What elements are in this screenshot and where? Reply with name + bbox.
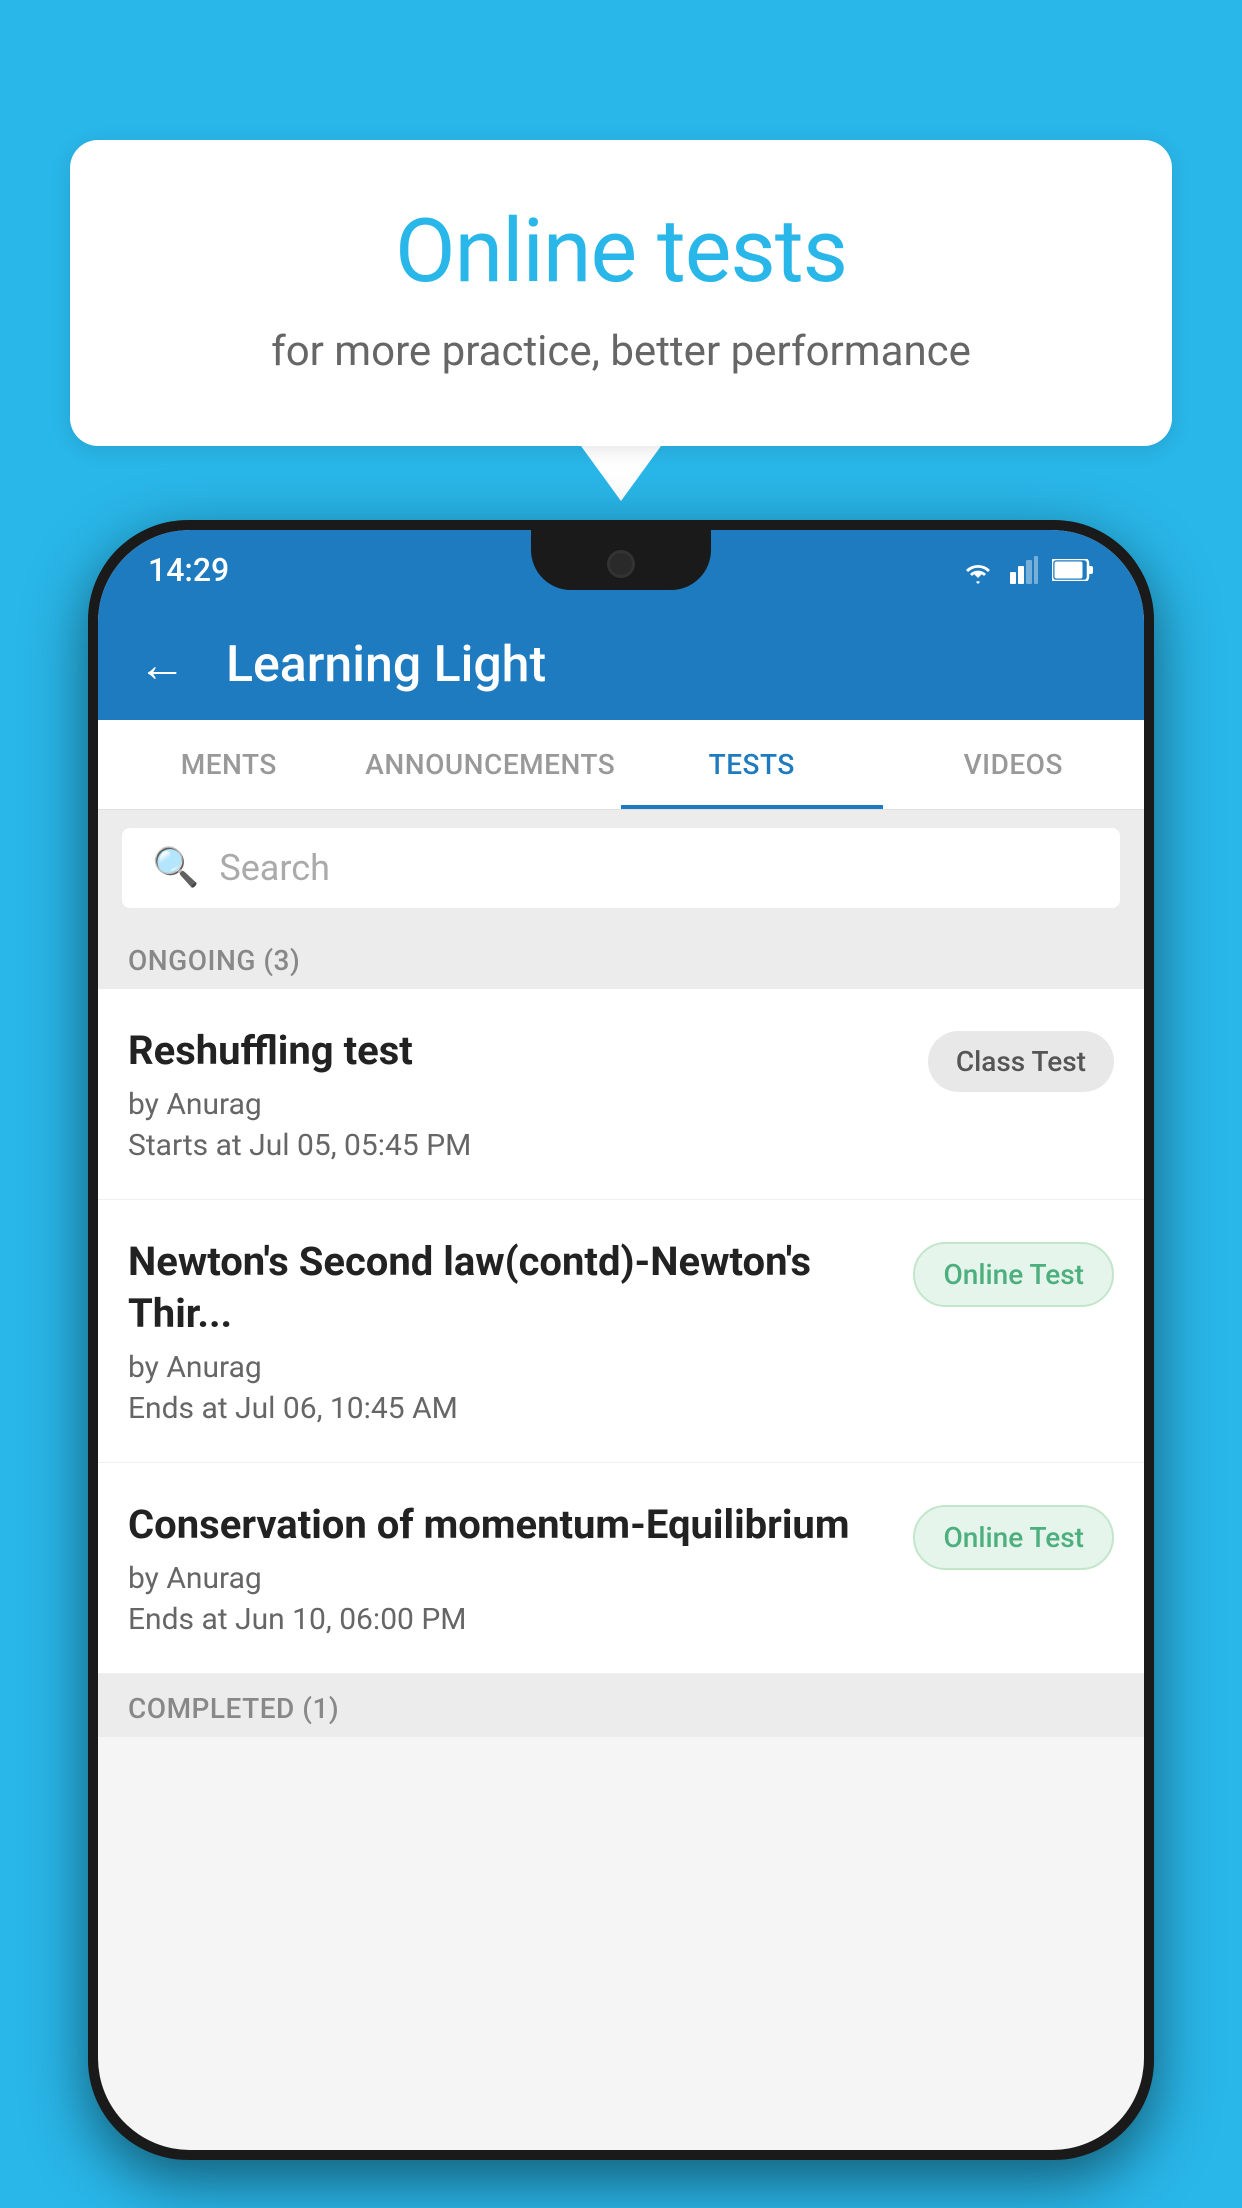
tab-ments[interactable]: MENTS xyxy=(98,720,360,809)
test-author-2: by Anurag xyxy=(128,1350,893,1385)
search-bar[interactable]: 🔍 Search xyxy=(122,828,1120,908)
test-title-3: Conservation of momentum-Equilibrium xyxy=(128,1499,893,1551)
test-badge-2: Online Test xyxy=(913,1242,1114,1307)
test-title-1: Reshuffling test xyxy=(128,1025,908,1077)
status-icons xyxy=(960,556,1094,584)
test-date-2: Ends at Jul 06, 10:45 AM xyxy=(128,1391,893,1426)
speech-bubble-title: Online tests xyxy=(150,200,1092,303)
signal-icon xyxy=(1010,556,1038,584)
test-author-1: by Anurag xyxy=(128,1087,908,1122)
back-button[interactable]: ← xyxy=(138,641,186,689)
completed-section-header: COMPLETED (1) xyxy=(98,1674,1144,1737)
speech-bubble-arrow xyxy=(581,446,661,501)
speech-bubble-subtitle: for more practice, better performance xyxy=(150,327,1092,376)
test-info-2: Newton's Second law(contd)-Newton's Thir… xyxy=(128,1236,893,1426)
test-title-2: Newton's Second law(contd)-Newton's Thir… xyxy=(128,1236,893,1340)
tab-videos[interactable]: VIDEOS xyxy=(883,720,1145,809)
tab-tests[interactable]: TESTS xyxy=(621,720,883,809)
search-input[interactable]: Search xyxy=(219,847,330,889)
test-item-3[interactable]: Conservation of momentum-Equilibrium by … xyxy=(98,1463,1144,1674)
test-item-1[interactable]: Reshuffling test by Anurag Starts at Jul… xyxy=(98,989,1144,1200)
wifi-icon xyxy=(960,556,996,584)
tabs-bar: MENTS ANNOUNCEMENTS TESTS VIDEOS xyxy=(98,720,1144,810)
test-date-1: Starts at Jul 05, 05:45 PM xyxy=(128,1128,908,1163)
test-list: Reshuffling test by Anurag Starts at Jul… xyxy=(98,989,1144,1674)
test-date-3: Ends at Jun 10, 06:00 PM xyxy=(128,1602,893,1637)
test-info-1: Reshuffling test by Anurag Starts at Jul… xyxy=(128,1025,908,1163)
test-info-3: Conservation of momentum-Equilibrium by … xyxy=(128,1499,893,1637)
test-badge-1: Class Test xyxy=(928,1031,1114,1092)
test-item-2[interactable]: Newton's Second law(contd)-Newton's Thir… xyxy=(98,1200,1144,1463)
camera-dot xyxy=(607,550,635,578)
app-header: ← Learning Light xyxy=(98,610,1144,720)
phone-frame: 14:29 xyxy=(88,520,1154,2160)
battery-icon xyxy=(1052,559,1094,581)
status-time: 14:29 xyxy=(148,551,229,589)
ongoing-section-header: ONGOING (3) xyxy=(98,926,1144,989)
notch xyxy=(531,530,711,590)
app-title: Learning Light xyxy=(226,636,546,694)
test-author-3: by Anurag xyxy=(128,1561,893,1596)
status-bar: 14:29 xyxy=(98,530,1144,610)
phone-screen: 14:29 xyxy=(98,530,1144,2150)
search-bar-wrapper: 🔍 Search xyxy=(98,810,1144,926)
speech-bubble: Online tests for more practice, better p… xyxy=(70,140,1172,446)
speech-bubble-section: Online tests for more practice, better p… xyxy=(70,140,1172,501)
tab-announcements[interactable]: ANNOUNCEMENTS xyxy=(360,720,622,809)
search-icon: 🔍 xyxy=(152,846,199,890)
test-badge-3: Online Test xyxy=(913,1505,1114,1570)
